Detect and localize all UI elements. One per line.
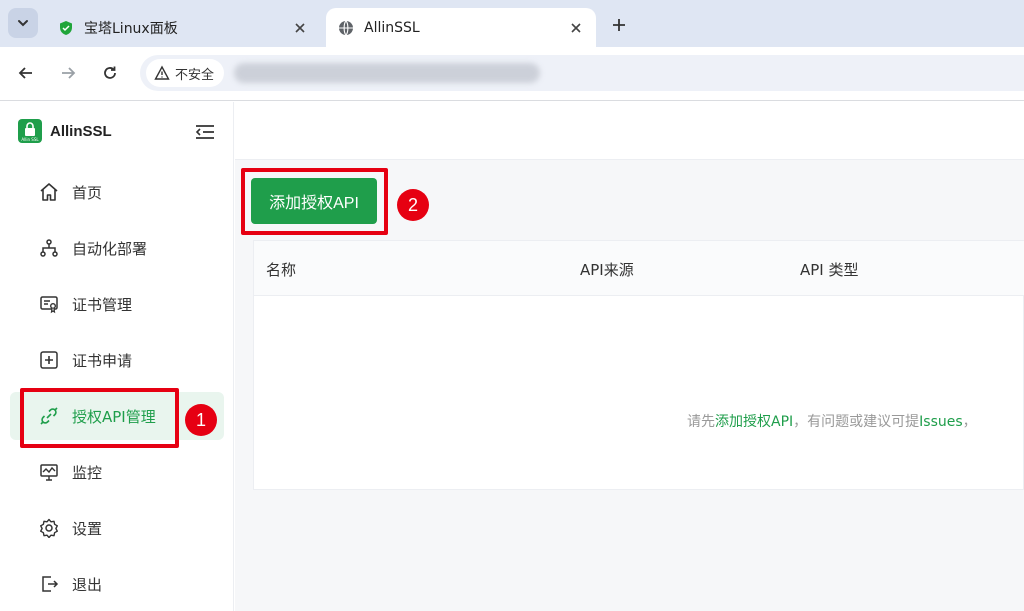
sidebar-item-label: 自动化部署 <box>72 239 148 258</box>
sidebar-item-deploy[interactable]: 自动化部署 <box>10 224 224 272</box>
back-button[interactable] <box>14 61 38 85</box>
collapse-sidebar-button[interactable] <box>194 121 216 143</box>
main-header <box>235 102 1024 160</box>
url-text-blurred[interactable] <box>234 63 540 83</box>
gear-icon <box>38 517 60 539</box>
bt-shield-icon <box>58 20 74 36</box>
reload-icon <box>104 66 116 79</box>
logout-icon <box>38 573 60 595</box>
plus-icon <box>613 19 625 31</box>
sidebar-item-settings[interactable]: 设置 <box>10 504 224 552</box>
issues-link[interactable]: Issues <box>919 414 963 430</box>
home-icon <box>38 181 60 203</box>
warning-icon <box>154 65 170 80</box>
lock-logo-icon: Allin SSL <box>18 119 42 143</box>
step-badge-2: 2 <box>397 189 429 221</box>
arrow-right-icon <box>62 67 76 79</box>
empty-suffix: ， <box>962 414 977 430</box>
sidebar-item-label: 退出 <box>72 575 103 594</box>
close-icon[interactable] <box>290 18 310 38</box>
sidebar-item-label: 监控 <box>72 463 103 482</box>
brand[interactable]: Allin SSL AllinSSL <box>18 119 112 143</box>
tab-search-button[interactable] <box>8 8 38 38</box>
step-badge-1: 1 <box>185 404 217 436</box>
column-header-name[interactable]: 名称 <box>266 259 296 280</box>
monitor-icon <box>38 461 60 483</box>
arrow-left-icon <box>18 67 32 79</box>
reload-button[interactable] <box>98 61 122 85</box>
tab-title: AllinSSL <box>364 19 420 36</box>
plus-square-icon <box>38 349 60 371</box>
menu-fold-icon <box>195 125 214 139</box>
brand-name: AllinSSL <box>50 122 112 140</box>
sidebar-item-cert-manage[interactable]: 证书管理 <box>10 280 224 328</box>
security-label: 不安全 <box>175 67 215 83</box>
globe-icon <box>338 20 354 36</box>
column-header-type[interactable]: API 类型 <box>800 259 859 280</box>
sidebar-item-label: 首页 <box>72 183 103 202</box>
close-icon[interactable] <box>566 18 586 38</box>
empty-state-text: 请先添加授权API，有问题或建议可提Issues， <box>687 411 977 431</box>
sidebar-item-monitor[interactable]: 监控 <box>10 448 224 496</box>
empty-middle: ，有问题或建议可提 <box>793 414 920 430</box>
new-tab-button[interactable] <box>606 12 632 38</box>
security-chip[interactable]: 不安全 <box>146 59 225 87</box>
workflow-icon <box>38 237 60 259</box>
api-table: 名称 API来源 API 类型 请先添加授权API，有问题或建议可提Issues… <box>253 240 1024 490</box>
sidebar-item-label: 设置 <box>72 519 103 538</box>
column-header-source[interactable]: API来源 <box>580 259 634 280</box>
highlight-box-api-menu <box>20 388 179 448</box>
chevron-down-icon <box>18 20 28 27</box>
sidebar-item-home[interactable]: 首页 <box>10 168 224 216</box>
empty-prefix: 请先 <box>687 414 715 430</box>
sidebar-item-logout[interactable]: 退出 <box>10 560 224 608</box>
forward-button[interactable] <box>56 61 80 85</box>
browser-tab-bt-panel[interactable]: 宝塔Linux面板 <box>46 8 320 47</box>
logo-text: Allin SSL <box>21 137 39 142</box>
browser-toolbar: 不安全 <box>0 47 1024 101</box>
sidebar: Allin SSL AllinSSL 首页 自动化部署 证书管理 证书申请 授权… <box>0 102 234 611</box>
sidebar-item-label: 证书申请 <box>72 351 133 370</box>
address-bar[interactable]: 不安全 <box>140 55 1024 91</box>
tab-title: 宝塔Linux面板 <box>84 20 178 37</box>
browser-tab-allinssl[interactable]: AllinSSL <box>326 8 596 47</box>
add-api-link[interactable]: 添加授权API <box>715 414 793 430</box>
highlight-box-add-button <box>241 168 388 235</box>
sidebar-item-label: 证书管理 <box>72 295 133 314</box>
browser-tab-strip: 宝塔Linux面板 AllinSSL <box>0 0 1024 47</box>
sidebar-item-cert-apply[interactable]: 证书申请 <box>10 336 224 384</box>
certificate-icon <box>38 293 60 315</box>
table-header: 名称 API来源 API 类型 <box>254 241 1024 296</box>
